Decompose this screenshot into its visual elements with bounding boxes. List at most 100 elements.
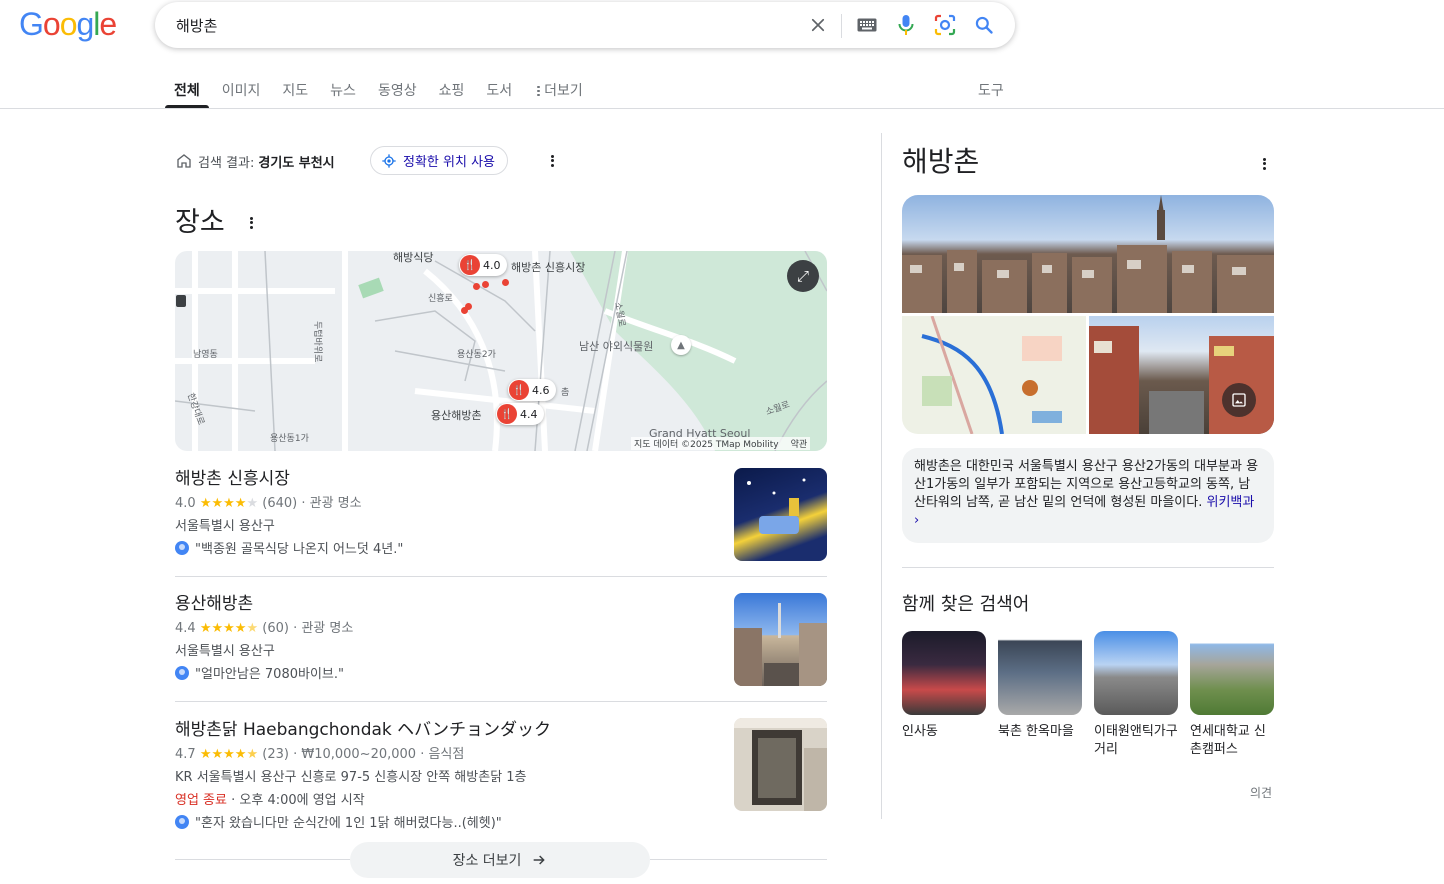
search-icon[interactable] bbox=[966, 2, 1002, 48]
map-label: 남산 야외식물원 bbox=[579, 340, 654, 353]
lens-icon[interactable] bbox=[927, 2, 963, 48]
place-name[interactable]: 해방촌 신흥시장 bbox=[175, 464, 827, 489]
kp-street-photo[interactable] bbox=[1089, 316, 1274, 434]
tab-all[interactable]: 전체 bbox=[163, 76, 211, 108]
kp-title: 해방촌 bbox=[902, 145, 980, 178]
related-search-item[interactable]: 이태원앤틱가구거리 bbox=[1094, 631, 1178, 759]
place-name[interactable]: 해방촌닭 Haebangchondak ヘバンチョンダック bbox=[175, 715, 827, 740]
tab-more[interactable]: 더보기 bbox=[523, 76, 594, 108]
related-search-item[interactable]: 연세대학교 신촌캠퍼스 bbox=[1190, 631, 1274, 759]
map-marker[interactable] bbox=[502, 279, 509, 286]
arrow-right-icon bbox=[534, 855, 546, 865]
tools-button[interactable]: 도구 bbox=[978, 80, 1004, 100]
panel-divider bbox=[881, 133, 882, 819]
place-reviews[interactable]: (23) bbox=[262, 747, 289, 762]
expand-map-icon[interactable]: ⤢ bbox=[787, 260, 819, 292]
more-places-label: 장소 더보기 bbox=[452, 853, 522, 869]
more-divider bbox=[650, 859, 827, 860]
map-marker[interactable] bbox=[473, 283, 480, 290]
reviewer-avatar-icon bbox=[175, 665, 189, 680]
places-map[interactable]: 해방식당 해방촌 신흥시장 신흥로 용산동2가 남산 야외식물원 용산해방촌 두… bbox=[175, 251, 827, 451]
map-pin-rating: 4.4 bbox=[520, 407, 538, 421]
related-search-item[interactable]: 인사동 bbox=[902, 631, 986, 741]
feedback-link[interactable]: 의견 bbox=[1250, 784, 1272, 801]
keyboard-icon[interactable] bbox=[849, 2, 885, 48]
related-label: 연세대학교 신촌캠퍼스 bbox=[1190, 724, 1266, 757]
search-input[interactable]: 해방촌 bbox=[176, 15, 217, 36]
related-search-item[interactable]: 북촌 한옥마을 bbox=[998, 631, 1082, 741]
place-category: · 관광 명소 bbox=[293, 621, 354, 636]
clear-icon[interactable] bbox=[800, 2, 836, 48]
place-photo[interactable] bbox=[734, 468, 827, 561]
precise-location-label: 정확한 위치 사용 bbox=[403, 155, 495, 170]
place-address: KR 서울특별시 용산구 신흥로 97-5 신흥시장 안쪽 해방촌닭 1층 bbox=[175, 770, 527, 785]
tab-more-label: 더보기 bbox=[544, 83, 583, 99]
location-info: 검색 결과: 경기도 부천시 bbox=[176, 148, 335, 174]
google-logo[interactable]: Google bbox=[19, 6, 117, 43]
kp-main-photo[interactable] bbox=[902, 195, 1274, 313]
related-photo bbox=[998, 631, 1082, 715]
related-photo bbox=[902, 631, 986, 715]
map-pin-rating: 4.6 bbox=[532, 383, 550, 397]
tab-maps[interactable]: 지도 bbox=[271, 76, 319, 108]
kp-more-icon[interactable] bbox=[1263, 156, 1266, 171]
tab-shopping[interactable]: 쇼핑 bbox=[428, 76, 476, 108]
location-more-icon[interactable] bbox=[551, 153, 554, 168]
place-status-closed: 영업 종료 bbox=[175, 793, 227, 808]
tab-books[interactable]: 도서 bbox=[475, 76, 523, 108]
kp-divider bbox=[902, 567, 1274, 568]
map-label: 남영동 bbox=[193, 350, 218, 360]
map-label: 해방촌 신흥시장 bbox=[511, 261, 586, 274]
map-marker[interactable] bbox=[465, 303, 472, 310]
place-rating: 4.0 bbox=[175, 496, 196, 511]
map-attribution: 지도 데이터 ©2025 TMap Mobility bbox=[634, 440, 779, 450]
place-result[interactable]: 해방촌 신흥시장 4.0 ★★★★★ (640) · 관광 명소 서울특별시 용… bbox=[175, 464, 827, 557]
map-label: 두텁바위로 bbox=[312, 321, 322, 363]
restaurant-icon: 🍴 bbox=[509, 380, 529, 400]
search-tabs: 전체 이미지 지도 뉴스 동영상 쇼핑 도서 더보기 bbox=[163, 76, 594, 110]
precise-location-button[interactable]: 정확한 위치 사용 bbox=[370, 146, 508, 175]
tab-videos[interactable]: 동영상 bbox=[367, 76, 428, 108]
places-more-icon[interactable] bbox=[250, 215, 253, 230]
my-location-icon bbox=[382, 153, 396, 168]
map-label: 신흥로 bbox=[428, 294, 453, 304]
place-rating: 4.4 bbox=[175, 621, 196, 636]
tab-images[interactable]: 이미지 bbox=[211, 76, 272, 108]
header-divider bbox=[0, 108, 1444, 109]
map-label: 용산동2가 bbox=[457, 350, 496, 360]
place-result[interactable]: 용산해방촌 4.4 ★★★★★ (60) · 관광 명소 서울특별시 용산구 "… bbox=[175, 589, 827, 682]
map-pin[interactable]: 🍴 4.4 bbox=[496, 403, 544, 425]
tab-news[interactable]: 뉴스 bbox=[319, 76, 367, 108]
place-category: · ₩10,000~20,000 · 음식점 bbox=[293, 747, 465, 762]
place-name[interactable]: 용산해방촌 bbox=[175, 589, 827, 614]
places-title: 장소 bbox=[175, 207, 225, 238]
map-pin[interactable]: 🍴 4.6 bbox=[508, 379, 556, 401]
rating-stars: ★★★★★ bbox=[199, 621, 259, 636]
place-category: · 관광 명소 bbox=[301, 496, 362, 511]
place-result[interactable]: 해방촌닭 Haebangchondak ヘバンチョンダック 4.7 ★★★★★ … bbox=[175, 715, 827, 831]
map-pin[interactable]: 🍴 4.0 bbox=[459, 254, 507, 276]
search-box[interactable]: 해방촌 bbox=[155, 2, 1015, 48]
restaurant-icon: 🍴 bbox=[460, 255, 480, 275]
home-location-icon bbox=[177, 154, 191, 168]
place-photo[interactable] bbox=[734, 718, 827, 811]
place-reviews[interactable]: (60) bbox=[262, 621, 289, 636]
photos-icon[interactable] bbox=[1222, 383, 1256, 417]
place-status-hours: · 오후 4:00에 영업 시작 bbox=[231, 793, 365, 808]
location-prefix: 검색 결과: bbox=[198, 155, 255, 171]
place-review: "백종원 골목식당 나온지 어느덧 4년." bbox=[195, 542, 404, 557]
rating-stars: ★★★★★ bbox=[199, 496, 259, 511]
kp-map-photo[interactable] bbox=[902, 316, 1086, 434]
location-place: 경기도 부천시 bbox=[258, 155, 335, 171]
place-reviews[interactable]: (640) bbox=[262, 496, 297, 511]
search-divider bbox=[841, 14, 842, 38]
place-photo[interactable] bbox=[734, 593, 827, 686]
microphone-icon[interactable] bbox=[888, 2, 924, 48]
map-marker[interactable] bbox=[482, 281, 489, 288]
reviewer-avatar-icon bbox=[175, 814, 189, 829]
more-places-button[interactable]: 장소 더보기 bbox=[350, 842, 650, 878]
result-divider bbox=[175, 576, 827, 577]
map-terms-link[interactable]: 약관 bbox=[791, 437, 808, 450]
more-divider bbox=[175, 859, 350, 860]
place-address: 서울특별시 용산구 bbox=[175, 519, 275, 534]
